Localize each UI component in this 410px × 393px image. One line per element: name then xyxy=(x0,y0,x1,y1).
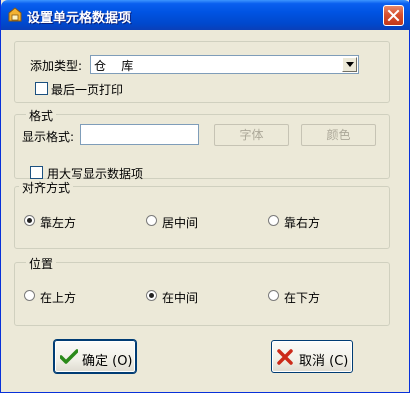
type-label: 添加类型: xyxy=(30,59,83,73)
color-button[interactable]: 颜色 xyxy=(301,124,376,146)
close-icon xyxy=(387,9,400,22)
ok-button[interactable]: 确定 (O) xyxy=(54,340,136,373)
chevron-down-icon xyxy=(346,62,354,67)
align-right-radio[interactable] xyxy=(268,215,279,226)
cross-icon xyxy=(277,349,293,368)
align-left-label: 靠左方 xyxy=(40,216,77,230)
display-format-input[interactable] xyxy=(80,124,199,145)
display-format-label: 显示格式: xyxy=(22,130,75,144)
align-center-label: 居中间 xyxy=(162,216,199,230)
dropdown-button[interactable] xyxy=(342,57,357,72)
cancel-button[interactable]: 取消 (C) xyxy=(271,340,353,373)
checkmark-icon xyxy=(59,349,79,368)
dialog-window: 设置单元格数据项 添加类型: 仓 库 最后一页打印 格式 显示格式: 字体 颜色… xyxy=(0,0,410,393)
last-page-print-checkbox[interactable] xyxy=(35,82,48,95)
position-middle-radio[interactable] xyxy=(146,290,157,301)
type-select-value: 仓 库 xyxy=(94,59,134,73)
alignment-group-title: 对齐方式 xyxy=(19,179,74,196)
uppercase-checkbox[interactable] xyxy=(30,166,43,179)
close-button[interactable] xyxy=(383,5,404,26)
type-select[interactable]: 仓 库 xyxy=(90,55,359,74)
font-button[interactable]: 字体 xyxy=(214,124,289,146)
align-center-radio[interactable] xyxy=(146,215,157,226)
position-top-label: 在上方 xyxy=(40,291,77,305)
align-right-label: 靠右方 xyxy=(284,216,321,230)
position-bottom-label: 在下方 xyxy=(284,291,321,305)
position-bottom-radio[interactable] xyxy=(268,290,279,301)
position-middle-label: 在中间 xyxy=(162,291,199,305)
app-icon xyxy=(7,7,23,23)
cancel-button-label: 取消 (C) xyxy=(299,354,349,369)
title-bar[interactable]: 设置单元格数据项 xyxy=(1,0,410,30)
window-title: 设置单元格数据项 xyxy=(27,11,132,26)
position-top-radio[interactable] xyxy=(24,290,35,301)
position-group-title: 位置 xyxy=(26,255,57,272)
align-left-radio[interactable] xyxy=(24,215,35,226)
last-page-print-label: 最后一页打印 xyxy=(51,83,124,97)
format-group-title: 格式 xyxy=(26,107,57,124)
ok-button-label: 确定 (O) xyxy=(82,354,133,369)
